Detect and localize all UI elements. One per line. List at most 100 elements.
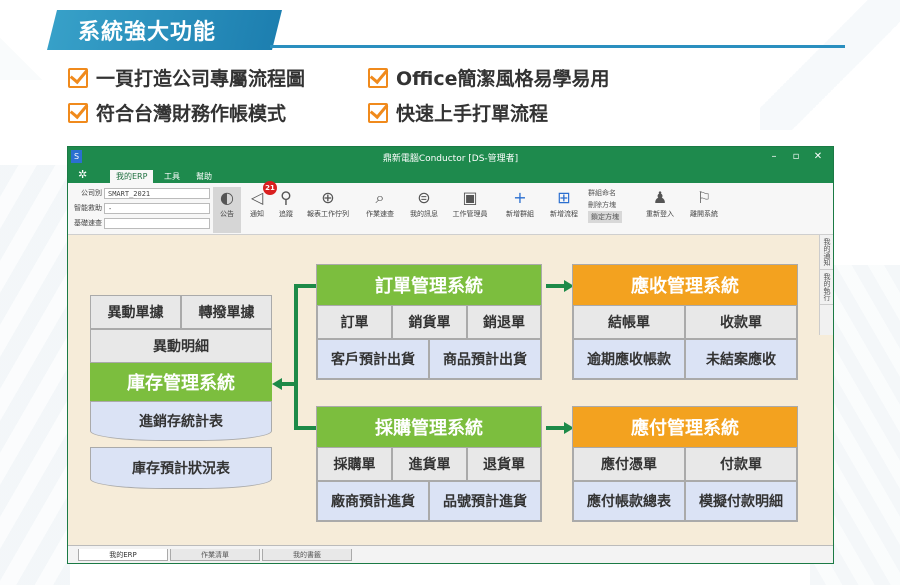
announce-icon: ◐ — [220, 188, 234, 207]
flow-node-product-forecast[interactable]: 商品預計出貨 — [429, 339, 541, 379]
flow-node-purchase-return[interactable]: 退貨單 — [467, 447, 541, 481]
message-icon: ⊜ — [417, 188, 431, 207]
title-bar: S 鼎新電腦Conductor [DS-管理者] – ▫ ✕ — [68, 147, 833, 167]
field-label: 基礎速查 — [74, 219, 102, 227]
company-field: 公司別 SMART_2021 — [68, 187, 210, 199]
flow-node-payment-slip[interactable]: 付款單 — [685, 447, 797, 481]
group-rename-item[interactable]: 群組命名 — [588, 187, 622, 199]
relogin-button[interactable]: ♟ 重新登入 — [638, 187, 682, 219]
flow-node-purchase-order[interactable]: 採購單 — [317, 447, 392, 481]
receivable-system-title[interactable]: 應收管理系統 — [573, 265, 797, 305]
flow-node-item-forecast[interactable]: 品號預計進貨 — [429, 481, 541, 521]
payable-system-title[interactable]: 應付管理系統 — [573, 407, 797, 447]
feature-text: Office簡潔風格易學易用 — [396, 68, 610, 90]
lock-block-item[interactable]: 鎖定方塊 — [588, 211, 622, 223]
track-button[interactable]: ⚲ 追蹤 — [272, 187, 300, 219]
flow-node-order[interactable]: 訂單 — [317, 305, 392, 339]
payable-panel: 應付管理系統 應付憑單 付款單 應付帳款總表 模擬付款明細 — [572, 406, 798, 522]
flow-node-customer-forecast[interactable]: 客戶預計出貨 — [317, 339, 429, 379]
flow-node-receipt-slip[interactable]: 收款單 — [685, 305, 797, 339]
quick-search-button[interactable]: ⌕ 作業速查 — [358, 187, 402, 219]
close-button[interactable]: ✕ — [809, 149, 827, 165]
my-messages-button[interactable]: ⊜ 我的訊息 — [402, 187, 446, 219]
window-title: 鼎新電腦Conductor [DS-管理者] — [382, 154, 519, 164]
flow-node-transfer-doc[interactable]: 異動單據 — [90, 295, 181, 329]
flow-node-vendor-forecast[interactable]: 廠商預計進貨 — [317, 481, 429, 521]
flow-node-closing-slip[interactable]: 結帳單 — [573, 305, 685, 339]
order-panel: 訂單管理系統 訂單 銷貨單 銷退單 客戶預計出貨 商品預計出貨 — [316, 264, 542, 380]
report-queue-button[interactable]: ⊕ 報表工作佇列 — [306, 187, 350, 219]
feature-item: Office簡潔風格易學易用 — [368, 64, 610, 91]
company-select[interactable]: SMART_2021 — [104, 187, 210, 199]
menu-tab-my-erp[interactable]: 我的ERP — [110, 170, 154, 183]
connector-line — [546, 284, 566, 288]
flow-node-payable-voucher[interactable]: 應付憑單 — [573, 447, 685, 481]
checkbox-icon — [68, 102, 88, 123]
flow-node-sales-slip[interactable]: 銷貨單 — [392, 305, 467, 339]
announce-button[interactable]: ◐ 公告 — [213, 187, 241, 233]
bottom-tab-my-erp[interactable]: 我的ERP — [78, 549, 168, 561]
connector-line — [294, 284, 316, 288]
gear-icon[interactable]: ✲ — [78, 168, 87, 181]
exit-button[interactable]: ⚐ 離開系統 — [682, 187, 726, 219]
field-label: 公司別 — [81, 189, 102, 197]
feature-text: 符合台灣財務作帳模式 — [96, 103, 287, 125]
notification-badge: 21 — [263, 181, 277, 195]
feature-text: 一頁打造公司專屬流程圖 — [96, 68, 306, 90]
order-system-title[interactable]: 訂單管理系統 — [317, 265, 541, 305]
flow-node-allocation-doc[interactable]: 轉撥單據 — [181, 295, 272, 329]
purchase-system-title[interactable]: 採購管理系統 — [317, 407, 541, 447]
arrow-left-icon — [272, 378, 282, 390]
flow-node-payable-summary[interactable]: 應付帳款總表 — [573, 481, 685, 521]
side-tab-executions[interactable]: 我的執行 — [820, 270, 833, 305]
connector-line — [294, 426, 316, 430]
ribbon-toolbar: 公司別 SMART_2021 智能救助 - 基礎速查 ◐ 公告 ◁ 通知 ⚲ 追… — [68, 183, 833, 235]
menu-tab-help[interactable]: 幫助 — [190, 170, 218, 183]
side-tab-strip: 我的通知 我的執行 — [819, 235, 833, 335]
flow-node-change-detail[interactable]: 異動明細 — [90, 329, 272, 363]
minimize-button[interactable]: – — [765, 149, 783, 165]
flow-node-overdue-receivable[interactable]: 逾期應收帳款 — [573, 339, 685, 379]
delete-block-item[interactable]: 刪除方塊 — [588, 199, 622, 211]
connector-line — [546, 426, 566, 430]
flow-node-inventory-forecast-report[interactable]: 庫存預計狀況表 — [90, 447, 272, 489]
flow-node-payment-simulation[interactable]: 模擬付款明細 — [685, 481, 797, 521]
quick-lookup-input[interactable] — [104, 217, 210, 229]
search-icon: ⌕ — [375, 188, 385, 207]
banner-underline — [270, 45, 845, 48]
add-flow-button[interactable]: ⊞ 新增流程 — [542, 187, 586, 219]
feature-item: 符合台灣財務作帳模式 — [68, 99, 286, 126]
add-group-button[interactable]: + 新增群組 — [498, 187, 542, 219]
purchase-panel: 採購管理系統 採購單 進貨單 退貨單 廠商預計進貨 品號預計進貨 — [316, 406, 542, 522]
quick-lookup-field: 基礎速查 — [68, 217, 210, 229]
app-window: S 鼎新電腦Conductor [DS-管理者] – ▫ ✕ ✲ 我的ERP 工… — [67, 146, 834, 564]
receivable-panel: 應收管理系統 結帳單 收款單 逾期應收帳款 未結案應收 — [572, 264, 798, 380]
flow-node-goods-receipt[interactable]: 進貨單 — [392, 447, 467, 481]
exit-icon: ⚐ — [696, 188, 712, 207]
maximize-button[interactable]: ▫ — [787, 149, 805, 165]
smart-help-field: 智能救助 - — [68, 202, 210, 214]
menu-tab-tools[interactable]: 工具 — [158, 170, 186, 183]
checkbox-icon — [368, 67, 388, 88]
side-tab-notifications[interactable]: 我的通知 — [820, 235, 833, 270]
flow-node-sales-return[interactable]: 銷退單 — [467, 305, 541, 339]
flow-node-sales-stat-report[interactable]: 進銷存統計表 — [90, 401, 272, 441]
bottom-tab-bookmarks[interactable]: 我的書籤 — [262, 549, 352, 561]
field-label: 智能救助 — [74, 204, 102, 212]
task-manager-icon: ▣ — [462, 188, 478, 207]
smart-help-input[interactable]: - — [104, 202, 210, 214]
flow-node-open-receivable[interactable]: 未結案應收 — [685, 339, 797, 379]
feature-text: 快速上手打單流程 — [396, 103, 549, 125]
connector-line — [280, 382, 294, 386]
background-decoration — [0, 165, 70, 585]
inventory-system-title[interactable]: 庫存管理系統 — [90, 363, 272, 401]
block-options: 群組命名 刪除方塊 鎖定方塊 — [588, 187, 622, 223]
banner-title: 系統強大功能 — [78, 20, 217, 45]
add-flow-icon: ⊞ — [557, 188, 571, 207]
task-manager-button[interactable]: ▣ 工作管理員 — [448, 187, 492, 219]
add-group-icon: + — [513, 188, 527, 207]
checkbox-icon — [68, 67, 88, 88]
bottom-tab-bar: 我的ERP 作業清單 我的書籤 — [68, 545, 833, 563]
connector-line — [294, 284, 298, 430]
bottom-tab-task-list[interactable]: 作業清單 — [170, 549, 260, 561]
